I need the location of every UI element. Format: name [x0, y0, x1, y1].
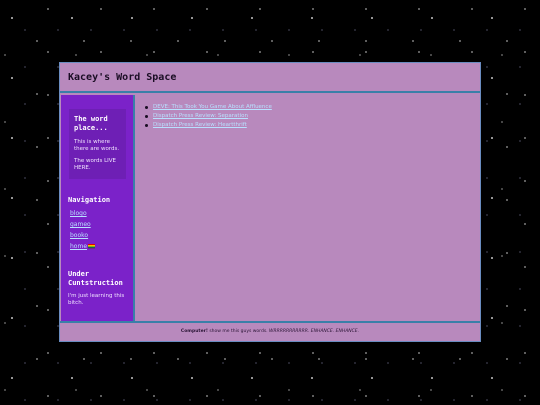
nav-link-booko[interactable]: booko: [70, 232, 88, 240]
sidebar: The word place... This is where there ar…: [61, 95, 135, 321]
list-item: DEVE: This Took You Game About Affluence: [145, 103, 272, 112]
site-container: Kacey's Word Space The word place... Thi…: [59, 62, 481, 342]
nav-link-blogo[interactable]: blogo: [70, 210, 87, 218]
footer-bold: Computer!: [180, 329, 208, 334]
post-link-2[interactable]: Dispatch Press Review: Separation: [153, 113, 248, 119]
intro-card-text-1: This is where there are words.: [74, 139, 120, 152]
footer-emphasis: WRRRRRRRRRRR. ENHANCE. ENHANCE.: [269, 329, 360, 334]
nav-link-home[interactable]: home: [70, 243, 96, 251]
site-header: Kacey's Word Space: [60, 63, 480, 93]
post-list: DEVE: This Took You Game About Affluence…: [145, 103, 272, 130]
intro-card-title: The word place...: [74, 115, 108, 132]
footer-text: show me this guys words.: [207, 329, 270, 334]
post-link-3[interactable]: Dispatch Press Review: Heartthrift: [153, 122, 247, 128]
intro-card-text-2: The words LIVE HERE.: [74, 158, 117, 171]
under-construction-heading: Under Cuntstruction: [68, 270, 123, 287]
main-content: DEVE: This Took You Game About Affluence…: [137, 95, 480, 321]
bullet-icon: [145, 115, 148, 118]
nav-link-gameo[interactable]: gameo: [70, 221, 91, 229]
nav-link-home-label[interactable]: home: [70, 243, 87, 250]
bullet-icon: [145, 106, 148, 109]
site-title: Kacey's Word Space: [68, 72, 177, 83]
bullet-icon: [145, 124, 148, 127]
navigation-heading: Navigation: [68, 196, 111, 204]
list-item: Dispatch Press Review: Heartthrift: [145, 121, 272, 130]
site-footer: Computer! show me this guys words. WRRRR…: [60, 321, 480, 341]
intro-card: The word place... This is where there ar…: [69, 109, 126, 179]
rainbow-flag-icon: [88, 244, 96, 249]
under-construction-text: I'm just learning this bitch.: [68, 293, 125, 306]
post-link-1[interactable]: DEVE: This Took You Game About Affluence: [153, 104, 272, 110]
list-item: Dispatch Press Review: Separation: [145, 112, 272, 121]
starfield-background: { "header": { "title": "Kacey's Word Spa…: [0, 0, 540, 405]
